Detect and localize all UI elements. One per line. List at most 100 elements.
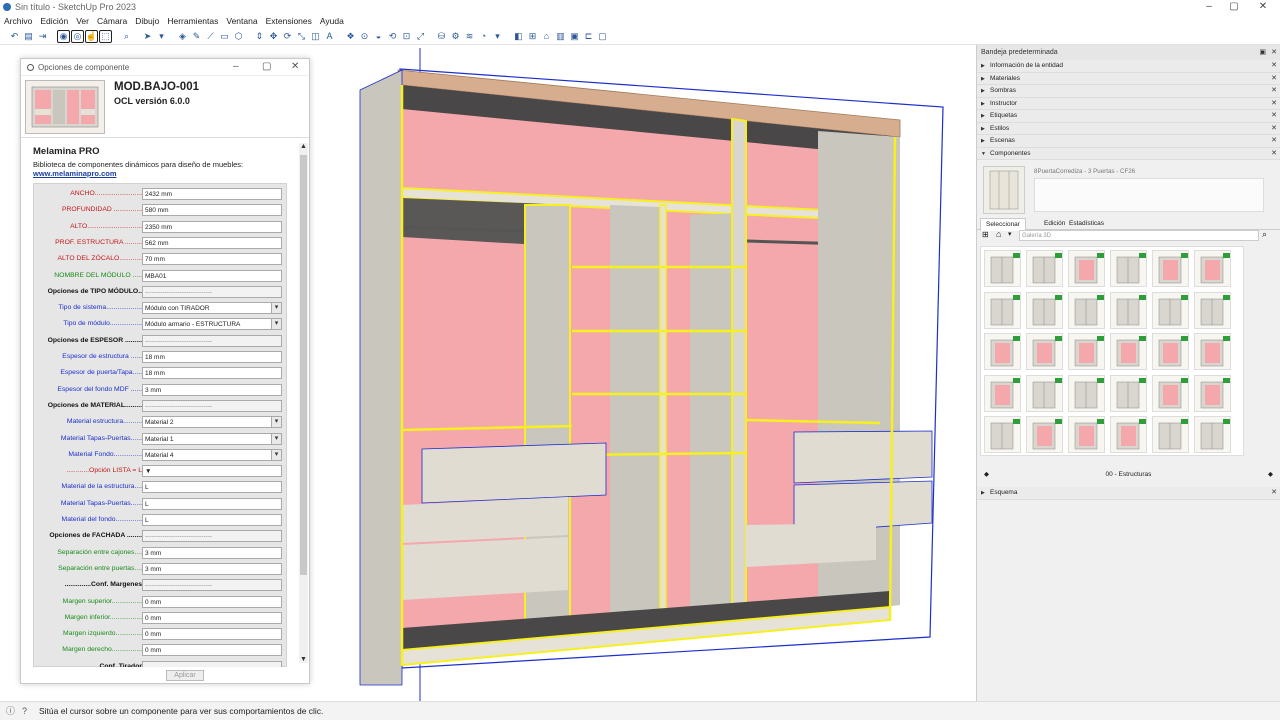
dialog-minimize-icon[interactable]: – xyxy=(233,61,239,72)
section-close-icon[interactable]: ✕ xyxy=(1271,135,1277,147)
pencil-icon[interactable]: ✎ xyxy=(190,30,203,43)
menu-herramientas[interactable]: Herramientas xyxy=(163,14,222,28)
apply-button[interactable]: Aplicar xyxy=(166,670,204,681)
scroll-up-icon[interactable]: ▲ xyxy=(299,143,308,150)
select-arrow-icon[interactable]: ➤ xyxy=(141,30,154,43)
option-select[interactable]: Material 4 xyxy=(142,448,282,461)
gallery-thumbnail[interactable] xyxy=(984,333,1021,370)
gallery-thumbnail[interactable] xyxy=(1026,333,1063,370)
section-close-icon[interactable]: ✕ xyxy=(1271,85,1277,97)
option-select[interactable]: Módulo armario - ESTRUCTURA xyxy=(142,318,282,331)
esquema-header[interactable]: Esquema ✕ xyxy=(977,487,1280,500)
option-select[interactable]: Material 1 xyxy=(142,432,282,445)
warehouse-icon[interactable]: ⛁ xyxy=(435,30,448,43)
gallery-thumbnail[interactable] xyxy=(1110,374,1147,412)
tray-pin-icon[interactable]: ▣ xyxy=(1259,45,1266,60)
view-front-icon[interactable]: ⌂ xyxy=(540,30,553,43)
gallery-next-icon[interactable]: ◆ xyxy=(1268,469,1273,481)
option-input[interactable]: 0 mm xyxy=(142,611,282,624)
zoom-window-icon[interactable]: ⊡ xyxy=(400,30,413,43)
option-input[interactable]: 0 mm xyxy=(142,595,282,608)
gallery-thumbnail[interactable] xyxy=(1194,333,1231,370)
scroll-thumb[interactable] xyxy=(300,155,307,575)
gallery-thumbnail[interactable] xyxy=(1194,374,1231,412)
section-close-icon[interactable]: ✕ xyxy=(1271,60,1277,72)
offset-icon[interactable]: ◫ xyxy=(309,30,322,43)
tray-section[interactable]: Sombras ✕ xyxy=(977,85,1280,98)
tray-section[interactable]: Instructor ✕ xyxy=(977,97,1280,110)
scroll-down-icon[interactable]: ▼ xyxy=(299,656,308,663)
view-iso-icon[interactable]: ◧ xyxy=(512,30,525,43)
section-close-icon[interactable]: ✕ xyxy=(1271,73,1277,85)
gallery-thumbnail[interactable] xyxy=(1068,333,1105,370)
view-left-icon[interactable]: ⊏ xyxy=(582,30,595,43)
gallery-thumbnail[interactable] xyxy=(1026,416,1063,453)
option-input[interactable]: 18 mm xyxy=(142,351,282,363)
move-icon[interactable]: ✥ xyxy=(267,30,280,43)
gallery-thumbnail[interactable] xyxy=(1110,333,1147,370)
gallery-thumbnail[interactable] xyxy=(1152,333,1189,370)
view-back-icon[interactable]: ▣ xyxy=(568,30,581,43)
undo-icon[interactable]: ↶ xyxy=(8,30,21,43)
option-input[interactable]: L xyxy=(142,481,282,494)
gallery-prev-icon[interactable]: ◆ xyxy=(984,469,989,481)
protractor-icon[interactable]: ◒ xyxy=(372,30,385,43)
tray-section-componentes[interactable]: Componentes ✕ xyxy=(977,147,1280,160)
menu-dibujo[interactable]: Dibujo xyxy=(131,14,163,28)
dialog-close-icon[interactable]: ✕ xyxy=(291,61,299,72)
gallery-thumbnail[interactable] xyxy=(984,416,1021,453)
gallery-thumbnail[interactable] xyxy=(1194,291,1231,329)
gallery-thumbnail[interactable] xyxy=(1152,374,1189,412)
dialog-scrollbar[interactable]: ▲ ▼ xyxy=(299,143,308,663)
gallery-search-input[interactable]: Galería 3D xyxy=(1019,230,1259,241)
section-close-icon[interactable]: ✕ xyxy=(1271,110,1277,122)
option-select[interactable]: Módulo con TIRADOR xyxy=(142,302,282,315)
option-input[interactable]: 3 mm xyxy=(142,383,282,396)
menu-ayuda[interactable]: Ayuda xyxy=(316,14,348,28)
minimize-icon[interactable]: – xyxy=(1196,0,1222,14)
menu-edicion[interactable]: Edición xyxy=(36,14,72,28)
option-input[interactable]: ▼ xyxy=(142,465,282,478)
option-input[interactable]: 3 mm xyxy=(142,562,282,575)
option-input[interactable]: 2350 mm xyxy=(142,220,282,233)
view-top-icon[interactable]: ⊞ xyxy=(526,30,539,43)
close-icon[interactable]: ✕ xyxy=(1250,0,1276,14)
paint-icon[interactable]: ❖ xyxy=(344,30,357,43)
layers-icon[interactable]: ≋ xyxy=(463,30,476,43)
menu-ventana[interactable]: Ventana xyxy=(222,14,261,28)
extension-icon[interactable]: ⚙ xyxy=(449,30,462,43)
maximize-icon[interactable]: ▢ xyxy=(1221,0,1247,14)
library-link[interactable]: www.melaminapro.com xyxy=(33,169,117,178)
forward-icon[interactable]: ⇥ xyxy=(36,30,49,43)
option-input[interactable]: MBA01 xyxy=(142,269,282,282)
section-close-icon[interactable]: ✕ xyxy=(1271,123,1277,135)
gallery-thumbnail[interactable] xyxy=(1026,291,1063,329)
gallery-thumbnail[interactable] xyxy=(1152,416,1189,453)
scale-icon[interactable]: ⤡ xyxy=(295,30,308,43)
home-icon[interactable]: ⌂ xyxy=(996,229,1001,239)
menu-ver[interactable]: Ver xyxy=(72,14,93,28)
tray-close-icon[interactable]: ✕ xyxy=(1271,45,1277,60)
option-input[interactable]: 70 mm xyxy=(142,253,282,266)
interact-icon[interactable]: ☝ xyxy=(85,29,98,43)
menu-extensiones[interactable]: Extensiones xyxy=(262,14,316,28)
menu-camara[interactable]: Cámara xyxy=(93,14,131,28)
push-pull-icon[interactable]: ⇕ xyxy=(253,30,266,43)
gallery-thumbnail[interactable] xyxy=(1068,250,1105,287)
tray-section[interactable]: Estilos ✕ xyxy=(977,122,1280,135)
tray-section[interactable]: Etiquetas ✕ xyxy=(977,110,1280,123)
tray-section[interactable]: Materiales ✕ xyxy=(977,72,1280,85)
dropdown-icon[interactable]: ▾ xyxy=(155,30,168,43)
save-icon[interactable]: ▤ xyxy=(22,30,35,43)
gallery-thumbnail[interactable] xyxy=(1110,291,1147,329)
option-input[interactable]: 0 mm xyxy=(142,644,282,657)
option-input[interactable]: 2432 mm xyxy=(142,188,282,200)
gallery-thumbnail[interactable] xyxy=(984,250,1021,287)
orbit-icon[interactable]: ⟲ xyxy=(386,30,399,43)
select-tool-icon[interactable]: ⬚ xyxy=(99,29,112,43)
component-options-icon[interactable]: ◉ xyxy=(57,29,70,43)
option-input[interactable]: L xyxy=(142,514,282,526)
gallery-thumbnail[interactable] xyxy=(1068,374,1105,412)
option-input[interactable]: 18 mm xyxy=(142,367,282,380)
dropdown-2-icon[interactable]: ▾ xyxy=(491,30,504,43)
